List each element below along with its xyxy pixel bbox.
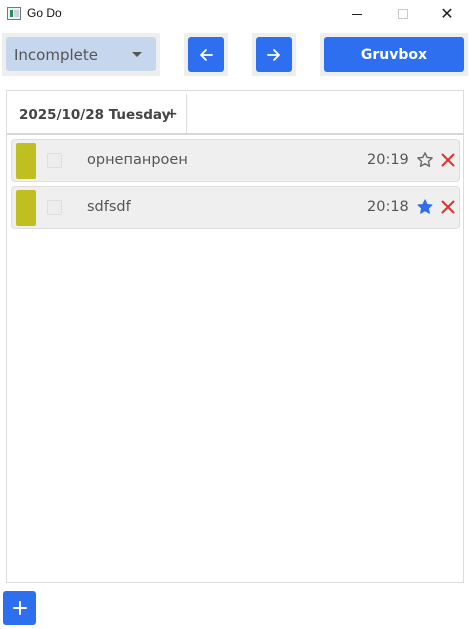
prev-day-button[interactable] — [188, 37, 224, 72]
next-day-button[interactable] — [256, 37, 292, 72]
app-icon — [7, 7, 21, 20]
chevron-down-icon — [132, 52, 142, 57]
task-panel: 2025/10/28 Tuesday + орнепанроен 20:19 s… — [6, 90, 464, 583]
task-row[interactable]: sdfsdf 20:18 — [11, 186, 460, 229]
next-day-container — [252, 33, 296, 76]
tab-bar: 2025/10/28 Tuesday + — [7, 91, 463, 135]
delete-icon[interactable] — [440, 198, 456, 216]
delete-icon[interactable] — [440, 151, 456, 169]
task-time: 20:18 — [367, 199, 409, 215]
tab-date[interactable]: 2025/10/28 Tuesday + — [7, 94, 187, 133]
task-checkbox[interactable] — [47, 200, 62, 215]
minimize-icon — [352, 13, 362, 15]
window-title: Go Do — [27, 6, 62, 20]
theme-container: Gruvbox — [320, 33, 468, 76]
task-color-tag[interactable] — [16, 190, 36, 226]
arrow-left-icon — [200, 48, 213, 61]
task-color-tag[interactable] — [16, 143, 36, 179]
title-bar: Go Do ✕ — [0, 0, 469, 28]
add-task-button[interactable] — [3, 591, 36, 625]
star-filled-icon[interactable] — [416, 198, 434, 216]
arrow-right-icon — [267, 48, 280, 61]
tab-date-label: 2025/10/28 Tuesday — [19, 107, 171, 123]
maximize-icon — [398, 9, 408, 19]
minimize-button[interactable] — [334, 0, 380, 28]
prev-day-container — [184, 33, 228, 76]
filter-value: Incomplete — [14, 46, 98, 64]
add-tab-button[interactable]: + — [166, 106, 178, 122]
task-title[interactable]: орнепанроен — [87, 152, 188, 168]
star-outline-icon[interactable] — [416, 151, 434, 169]
close-button[interactable]: ✕ — [424, 0, 469, 28]
close-icon: ✕ — [440, 4, 454, 23]
plus-icon — [12, 601, 27, 615]
task-time: 20:19 — [367, 152, 409, 168]
filter-container: Incomplete — [2, 33, 160, 76]
task-checkbox[interactable] — [47, 153, 62, 168]
theme-button[interactable]: Gruvbox — [324, 37, 464, 72]
task-title[interactable]: sdfsdf — [87, 199, 131, 215]
filter-dropdown[interactable]: Incomplete — [6, 37, 156, 71]
task-row[interactable]: орнепанроен 20:19 — [11, 139, 460, 182]
maximize-button[interactable] — [380, 0, 426, 28]
